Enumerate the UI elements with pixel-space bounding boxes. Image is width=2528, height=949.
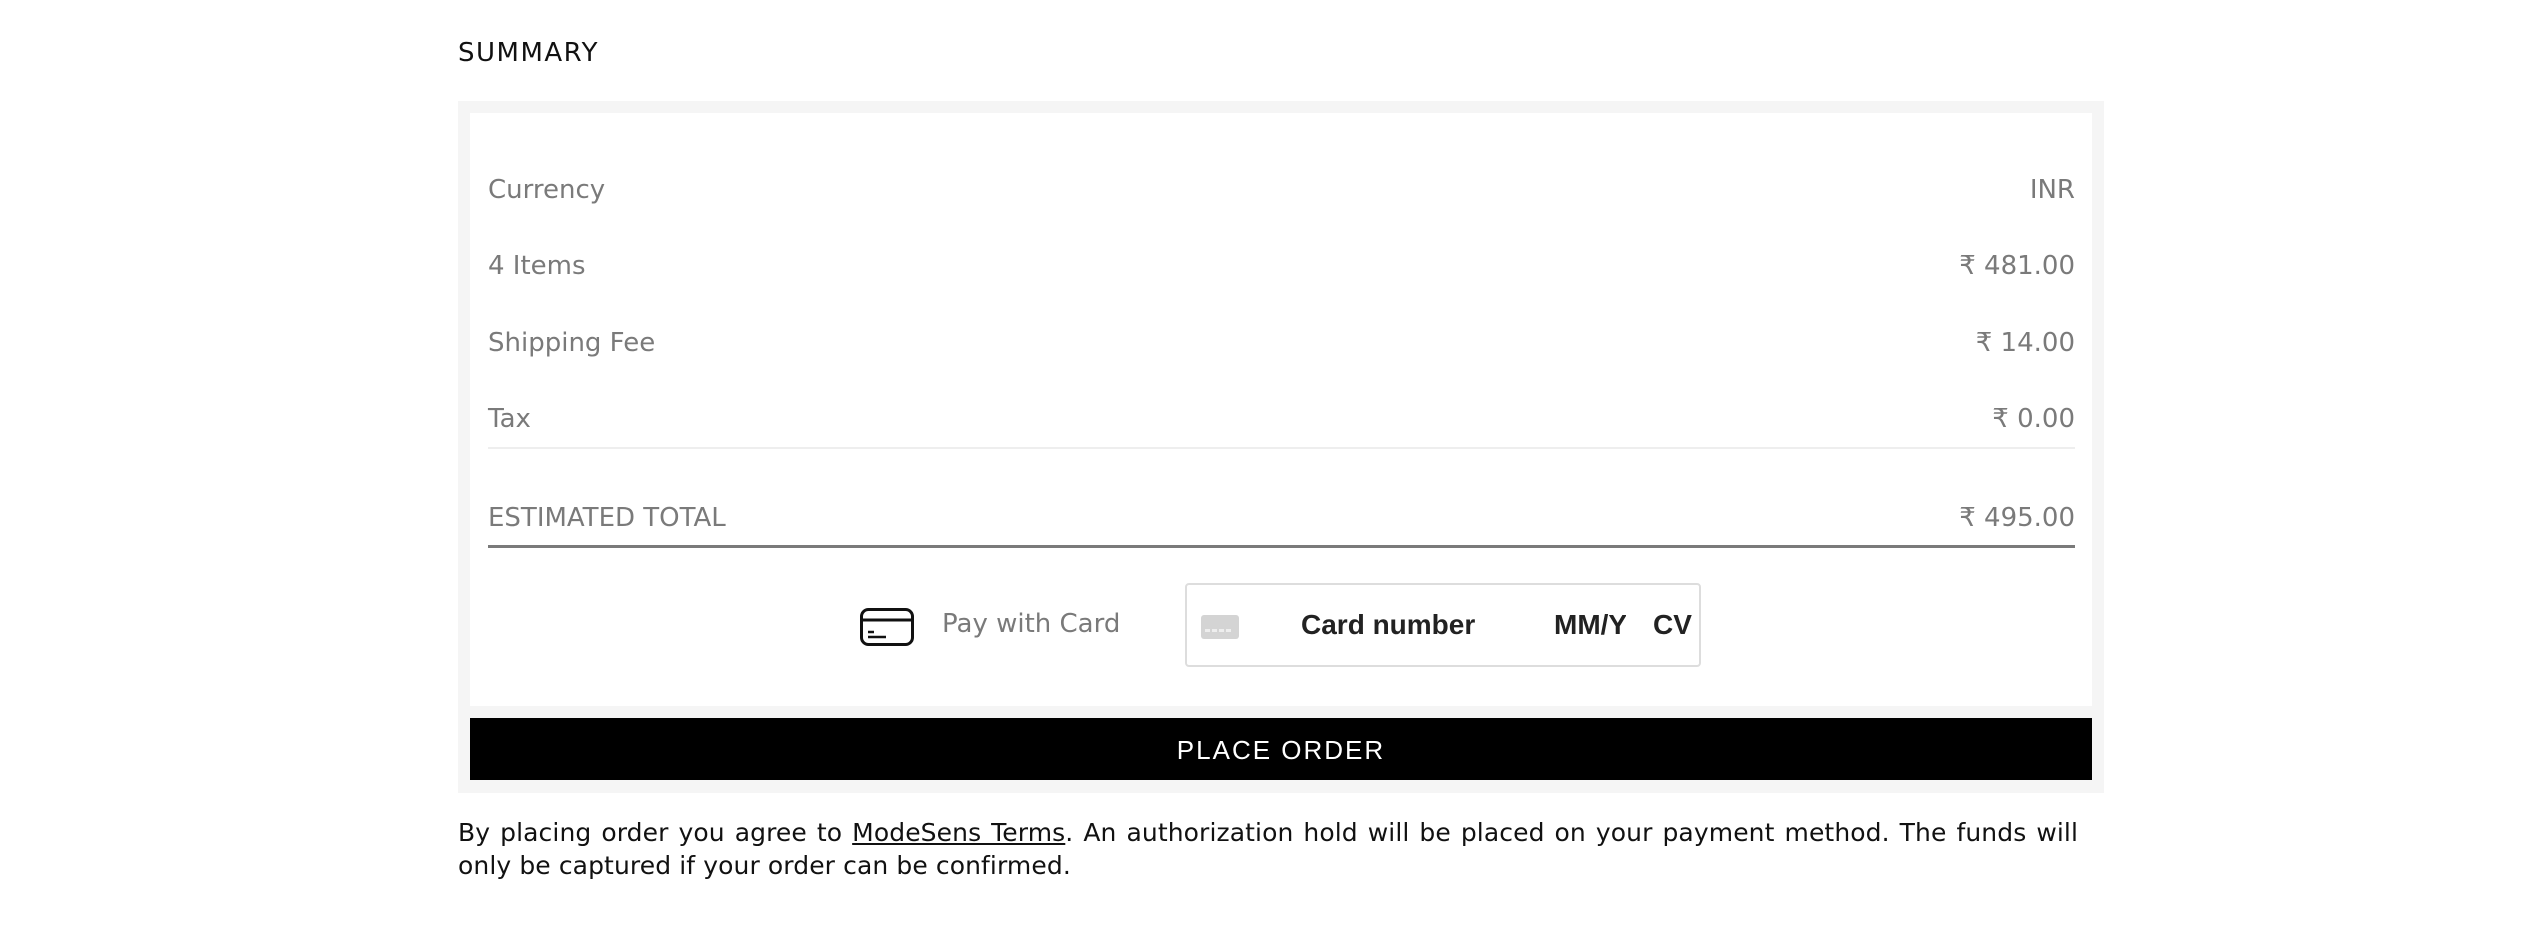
summary-row-value: ₹ 14.00	[1975, 328, 2075, 358]
card-expiry-input[interactable]: MM/YY	[1554, 609, 1626, 641]
pay-with-card-label[interactable]: Pay with Card	[942, 609, 1120, 639]
summary-row-label: Currency	[488, 175, 606, 205]
credit-card-icon	[860, 608, 914, 646]
card-input-field[interactable]: Card number MM/YY CVC	[1185, 583, 1701, 667]
place-order-button[interactable]: PLACE ORDER	[470, 718, 2092, 780]
summary-title: SUMMARY	[458, 38, 599, 68]
summary-row-value: INR	[2029, 175, 2075, 205]
summary-row-currency: Currency INR	[488, 170, 2075, 210]
card-number-input[interactable]: Card number	[1301, 609, 1475, 641]
summary-row-tax: Tax ₹ 0.00	[488, 399, 2075, 439]
summary-panel: Currency INR 4 Items ₹ 481.00 Shipping F…	[458, 101, 2104, 793]
summary-row-label: Tax	[488, 404, 531, 434]
summary-divider	[488, 447, 2075, 449]
summary-card: Currency INR 4 Items ₹ 481.00 Shipping F…	[470, 113, 2092, 706]
summary-row-label: Shipping Fee	[488, 328, 656, 358]
terms-link[interactable]: ModeSens Terms	[852, 818, 1065, 847]
summary-row-value: ₹ 481.00	[1959, 251, 2075, 281]
total-label: ESTIMATED TOTAL	[488, 503, 726, 533]
terms-prefix: By placing order you agree to	[458, 818, 853, 847]
payment-area: Pay with Card Card number MM/YY CVC	[470, 583, 2092, 673]
card-cvc-input[interactable]: CVC	[1653, 609, 1693, 641]
summary-row-total: ESTIMATED TOTAL ₹ 495.00	[488, 498, 2075, 538]
total-value: ₹ 495.00	[1959, 503, 2075, 533]
terms-notice: By placing order you agree to ModeSens T…	[458, 816, 2078, 882]
total-divider	[488, 545, 2075, 548]
summary-row-value: ₹ 0.00	[1992, 404, 2075, 434]
summary-row-label: 4 Items	[488, 251, 586, 281]
summary-row-items: 4 Items ₹ 481.00	[488, 246, 2075, 286]
summary-row-shipping: Shipping Fee ₹ 14.00	[488, 323, 2075, 363]
card-brand-icon	[1201, 615, 1239, 639]
